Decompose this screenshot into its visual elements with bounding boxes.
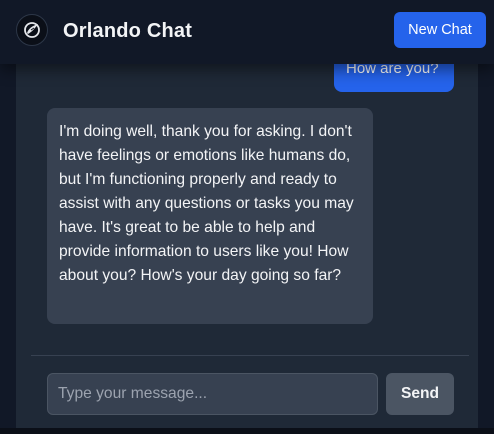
app-title: Orlando Chat — [63, 20, 193, 42]
bottom-edge — [0, 428, 494, 434]
send-button[interactable]: Send — [386, 373, 454, 415]
composer-divider — [31, 355, 469, 356]
app-header: Orlando Chat New Chat — [0, 0, 494, 64]
assistant-message-text: I'm doing well, thank you for asking. I … — [59, 123, 354, 284]
new-chat-button[interactable]: New Chat — [394, 12, 486, 48]
chat-app: How are you? Orlando Chat New Chat I'm d… — [0, 0, 494, 434]
orlando-logo-icon — [16, 14, 48, 46]
message-input[interactable] — [47, 373, 378, 415]
assistant-message-bubble: I'm doing well, thank you for asking. I … — [47, 108, 373, 324]
